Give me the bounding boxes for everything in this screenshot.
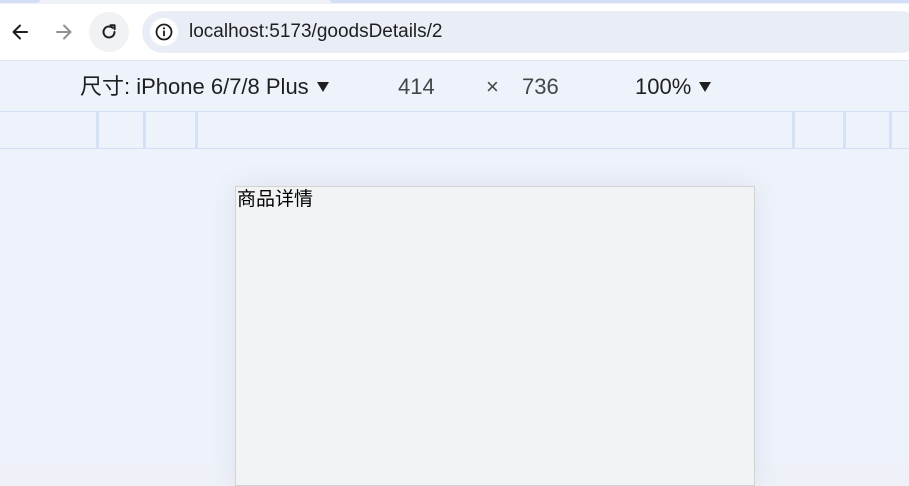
- zoom-select[interactable]: 100%: [635, 61, 712, 113]
- back-button[interactable]: [0, 12, 40, 52]
- ruler-segment[interactable]: [889, 112, 892, 148]
- device-screen: 商品详情: [235, 186, 755, 486]
- ruler-segment[interactable]: [792, 112, 795, 148]
- height-input[interactable]: 736: [512, 71, 569, 103]
- ruler-segment[interactable]: [96, 112, 99, 148]
- tab-edge-right: [330, 0, 909, 3]
- forward-button[interactable]: [44, 12, 84, 52]
- times-symbol: ×: [486, 74, 499, 99]
- info-icon: [155, 23, 173, 41]
- ruler-segment[interactable]: [143, 112, 146, 148]
- ruler-segment[interactable]: [195, 112, 198, 148]
- reload-button[interactable]: [89, 12, 129, 52]
- media-query-ruler: [0, 112, 909, 149]
- device-select-label: 尺寸: iPhone 6/7/8 Plus: [80, 74, 309, 99]
- arrow-left-icon: [12, 24, 28, 40]
- page-title: 商品详情: [237, 188, 314, 210]
- device-toolbar: 尺寸: iPhone 6/7/8 Plus 414 × 736 100%: [0, 60, 909, 112]
- reload-icon: [102, 24, 116, 39]
- site-info-button[interactable]: [150, 18, 178, 46]
- arrow-right-icon: [56, 24, 72, 40]
- browser-toolbar: localhost:5173/goodsDetails/2: [0, 4, 909, 60]
- zoom-select-label: 100%: [635, 74, 692, 99]
- device-select[interactable]: 尺寸: iPhone 6/7/8 Plus: [80, 61, 329, 113]
- url-text[interactable]: localhost:5173/goodsDetails/2: [189, 11, 443, 53]
- width-input[interactable]: 414: [388, 71, 445, 103]
- tab-edge-left: [0, 0, 40, 3]
- ruler-segment[interactable]: [843, 112, 846, 148]
- address-bar[interactable]: localhost:5173/goodsDetails/2: [142, 11, 909, 53]
- caret-down-icon: [316, 82, 329, 92]
- caret-down-icon: [699, 82, 712, 92]
